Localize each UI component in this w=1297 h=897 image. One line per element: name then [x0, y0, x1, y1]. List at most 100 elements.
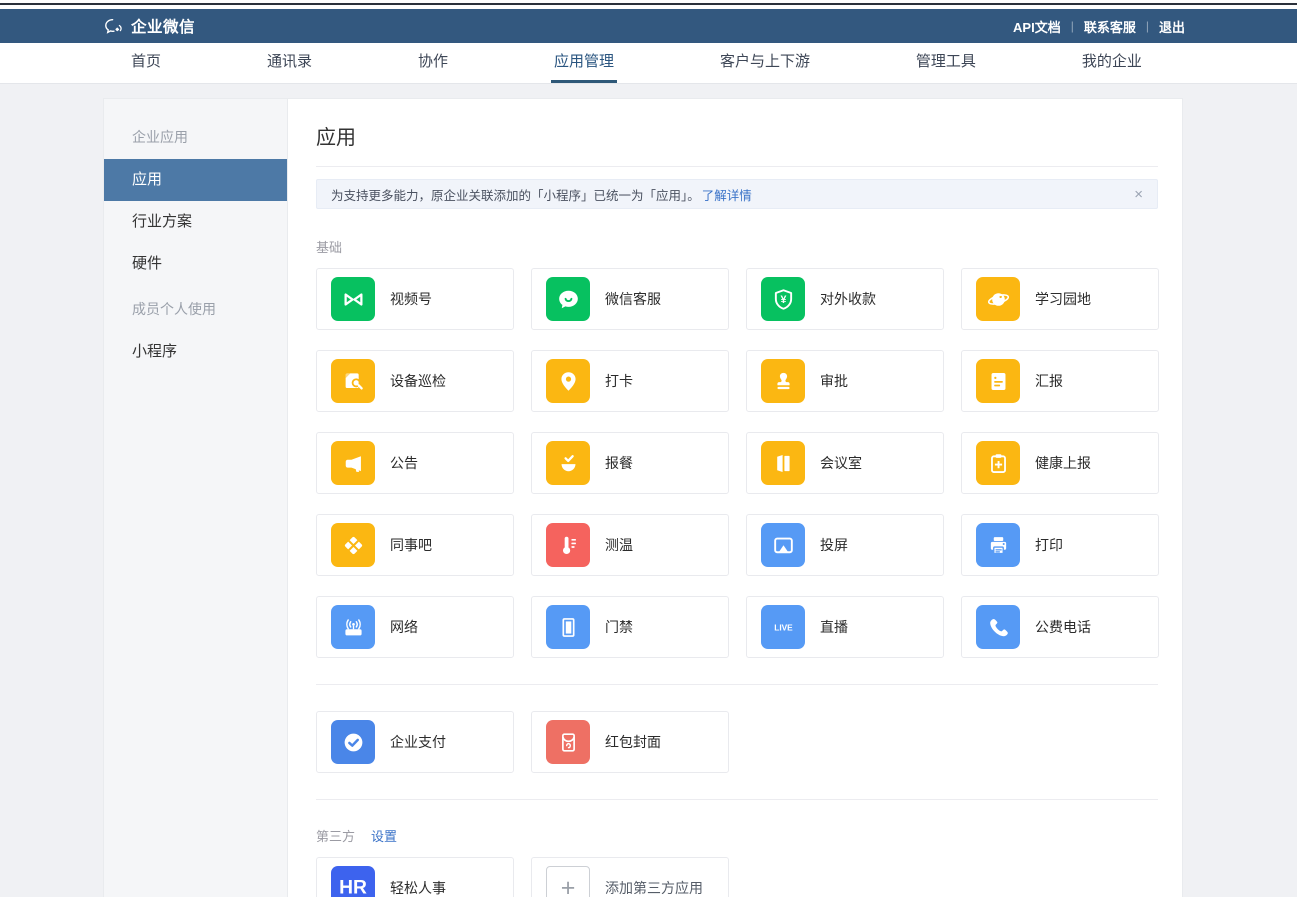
- nav-tabs: 首页 通讯录 协作 应用管理 客户与上下游 管理工具 我的企业: [0, 43, 1297, 83]
- sidebar-item[interactable]: 硬件: [104, 243, 287, 285]
- app-name: 学习园地: [1035, 289, 1091, 309]
- app-name: 微信客服: [605, 289, 661, 309]
- app-name: 投屏: [820, 535, 848, 555]
- app-card[interactable]: 打卡: [531, 350, 729, 412]
- app-name: 视频号: [390, 289, 432, 309]
- app-card[interactable]: 视频号: [316, 268, 514, 330]
- thermometer-icon: [546, 523, 590, 567]
- app-card[interactable]: 公告: [316, 432, 514, 494]
- app-card[interactable]: 公费电话: [961, 596, 1159, 658]
- app-name: 打印: [1035, 535, 1063, 555]
- add-third-party-app-card[interactable]: + 添加第三方应用: [531, 857, 729, 897]
- section-label-base: 基础: [316, 237, 1158, 256]
- app-name: 公费电话: [1035, 617, 1091, 637]
- app-card[interactable]: 同事吧: [316, 514, 514, 576]
- app-name: 健康上报: [1035, 453, 1091, 473]
- nav-tab-active[interactable]: 应用管理: [551, 43, 617, 83]
- payment-apps-grid: 企业支付 红包封面: [316, 711, 1158, 773]
- nav-tab-item[interactable]: 协作: [415, 43, 451, 83]
- sidebar-item[interactable]: 应用: [104, 159, 287, 201]
- app-name: 红包封面: [605, 732, 661, 752]
- main-nav: 首页 通讯录 协作 应用管理 客户与上下游 管理工具 我的企业: [0, 43, 1297, 84]
- notice-banner: 为支持更多能力，原企业关联添加的「小程序」已统一为「应用」。 了解详情 ×: [316, 179, 1158, 209]
- live-icon: LIVE: [761, 605, 805, 649]
- sidebar-group-header: 企业应用: [104, 113, 287, 159]
- add-app-label: 添加第三方应用: [605, 878, 703, 897]
- svg-text:HR: HR: [339, 877, 367, 897]
- app-card[interactable]: 红包封面: [531, 711, 729, 773]
- app-card[interactable]: ¥ 对外收款: [746, 268, 944, 330]
- third-party-header: 第三方 设置: [316, 826, 1158, 845]
- base-apps-grid: 视频号 微信客服 ¥ 对外收款 学习园地设备巡检 打卡 审批 汇报公告 报餐 会议室 健康上报同事吧…: [316, 268, 1158, 658]
- meal-check-icon: [546, 441, 590, 485]
- divider: [316, 799, 1158, 800]
- topbar: 企业微信 API文档 | 联系客服 | 退出: [0, 9, 1297, 43]
- app-card[interactable]: 企业支付: [316, 711, 514, 773]
- chat-service-icon: [546, 277, 590, 321]
- app-card[interactable]: 门禁: [531, 596, 729, 658]
- app-name: 门禁: [605, 617, 633, 637]
- app-card[interactable]: 微信客服: [531, 268, 729, 330]
- health-clipboard-icon: [976, 441, 1020, 485]
- stamp-icon: [761, 359, 805, 403]
- topbar-link[interactable]: 联系客服: [1084, 17, 1136, 36]
- app-card[interactable]: 汇报: [961, 350, 1159, 412]
- plus-icon: +: [546, 866, 590, 897]
- separator: |: [1071, 19, 1074, 33]
- main-container: 企业应用应用行业方案硬件成员个人使用小程序 应用 为支持更多能力，原企业关联添加…: [103, 98, 1183, 897]
- app-card[interactable]: 报餐: [531, 432, 729, 494]
- planet-icon: [976, 277, 1020, 321]
- third-party-settings-link[interactable]: 设置: [371, 826, 397, 845]
- content-panel: 应用 为支持更多能力，原企业关联添加的「小程序」已统一为「应用」。 了解详情 ×…: [288, 99, 1182, 897]
- app-card[interactable]: 测温: [531, 514, 729, 576]
- app-card[interactable]: 审批: [746, 350, 944, 412]
- topbar-link[interactable]: 退出: [1159, 17, 1185, 36]
- app-card[interactable]: HR 轻松人事: [316, 857, 514, 897]
- app-name: 打卡: [605, 371, 633, 391]
- app-name: 公告: [390, 453, 418, 473]
- app-card[interactable]: 学习园地: [961, 268, 1159, 330]
- app-name: 测温: [605, 535, 633, 555]
- payment-shield-icon: ¥: [761, 277, 805, 321]
- app-name: 对外收款: [820, 289, 876, 309]
- app-name: 轻松人事: [390, 878, 446, 897]
- app-card[interactable]: 设备巡检: [316, 350, 514, 412]
- nav-tab-item[interactable]: 通讯录: [264, 43, 315, 83]
- door-access-icon: [546, 605, 590, 649]
- screen-cast-icon: [761, 523, 805, 567]
- brand[interactable]: 企业微信: [103, 15, 195, 37]
- banner-text: 为支持更多能力，原企业关联添加的「小程序」已统一为「应用」。: [331, 185, 700, 204]
- app-card[interactable]: 健康上报: [961, 432, 1159, 494]
- section-label-third-party: 第三方: [316, 826, 355, 845]
- app-card[interactable]: 会议室: [746, 432, 944, 494]
- nav-tab-item[interactable]: 客户与上下游: [717, 43, 813, 83]
- app-card[interactable]: 打印: [961, 514, 1159, 576]
- app-name: 审批: [820, 371, 848, 391]
- megaphone-icon: [331, 441, 375, 485]
- sidebar-item[interactable]: 小程序: [104, 331, 287, 373]
- wecom-logo-icon: [103, 16, 124, 37]
- app-card[interactable]: 投屏: [746, 514, 944, 576]
- wallet-check-icon: [331, 720, 375, 764]
- banner-close-icon[interactable]: ×: [1134, 187, 1143, 202]
- nav-tab-item[interactable]: 我的企业: [1079, 43, 1145, 83]
- sidebar: 企业应用应用行业方案硬件成员个人使用小程序: [104, 99, 288, 897]
- banner-learn-more-link[interactable]: 了解详情: [702, 185, 752, 204]
- svg-text:¥: ¥: [780, 293, 786, 305]
- nav-tab-item[interactable]: 管理工具: [913, 43, 979, 83]
- meeting-door-icon: [761, 441, 805, 485]
- report-doc-icon: [976, 359, 1020, 403]
- app-name: 设备巡检: [390, 371, 446, 391]
- svg-text:LIVE: LIVE: [774, 622, 793, 632]
- topbar-link[interactable]: API文档: [1013, 17, 1061, 36]
- app-card[interactable]: LIVE直播: [746, 596, 944, 658]
- nav-tab-item[interactable]: 首页: [128, 43, 164, 83]
- window-top-edge: [0, 0, 1297, 9]
- app-card[interactable]: 网络: [316, 596, 514, 658]
- separator: |: [1146, 19, 1149, 33]
- third-party-apps-grid: HR 轻松人事 + 添加第三方应用: [316, 857, 1158, 897]
- brand-name: 企业微信: [131, 15, 195, 37]
- app-name: 报餐: [605, 453, 633, 473]
- hr-logo-icon: HR: [331, 866, 375, 897]
- sidebar-item[interactable]: 行业方案: [104, 201, 287, 243]
